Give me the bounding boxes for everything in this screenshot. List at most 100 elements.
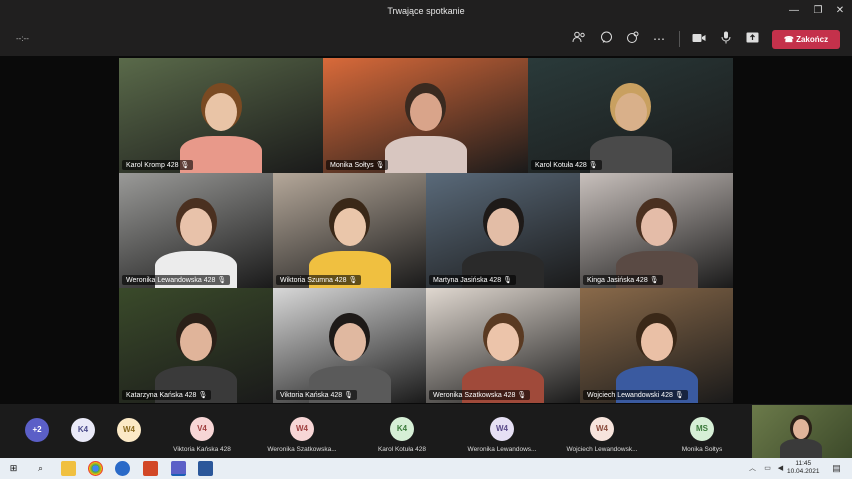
- participant-video-tile[interactable]: Monika Sołtys 🎙: [323, 58, 528, 173]
- windows-start-icon[interactable]: ⊞: [6, 461, 21, 476]
- clock-date: 10.04.2021: [787, 468, 820, 475]
- mic-icon: 🎙: [348, 277, 358, 284]
- teams-icon[interactable]: [171, 461, 186, 476]
- maximize-icon[interactable]: ❐: [810, 3, 826, 19]
- chat-icon[interactable]: [597, 31, 615, 47]
- chrome-icon[interactable]: [88, 461, 103, 476]
- participant-roster: +2 K4 W4 V4 Viktoria Kańska 428 W4 Weronika…: [0, 404, 852, 458]
- mic-icon: 🎙: [198, 392, 208, 399]
- avatar: W4: [590, 417, 614, 441]
- avatar: MS: [690, 417, 714, 441]
- participant-video-tile[interactable]: Wiktoria Szumna 428 🎙: [273, 173, 426, 288]
- minimize-icon[interactable]: —: [786, 3, 802, 19]
- mic-icon: 🎙: [375, 162, 385, 169]
- video-gallery: Karol Kromp 428 🎙 Monika Sołtys 🎙 Karol Kotu…: [0, 56, 852, 404]
- participant-video-tile[interactable]: Katarzyna Kańska 428 🎙: [119, 288, 273, 403]
- participant-name-label: Wojciech Lewandowski 428 🎙: [583, 390, 688, 400]
- mic-icon: 🎙: [344, 392, 354, 399]
- participant-name: Karol Kromp 428: [126, 162, 179, 169]
- more-options-icon[interactable]: ⋯: [650, 31, 668, 47]
- participant-name-label: Martyna Jasińska 428 🎙: [429, 275, 516, 285]
- participant-name-label: Viktoria Kańska 428 🎙: [276, 390, 358, 400]
- microphone-icon[interactable]: [717, 31, 735, 47]
- participant-name: Katarzyna Kańska 428: [126, 392, 197, 399]
- participant-video-tile[interactable]: Kinga Jasińska 428 🎙: [580, 173, 733, 288]
- toolbar-divider: [679, 31, 680, 47]
- participant-name: Kinga Jasińska 428: [587, 277, 648, 284]
- participant-name-label: Weronika Lewandowska 428 🎙: [122, 275, 231, 285]
- search-icon[interactable]: ⌕: [33, 461, 48, 476]
- mic-icon: 🎙: [517, 392, 527, 399]
- participant-name: Monika Sołtys: [330, 162, 374, 169]
- participant-video-tile[interactable]: Weronika Lewandowska 428 🎙: [119, 173, 273, 288]
- avatar[interactable]: K4: [71, 418, 95, 442]
- participant-name: Monika Sołtys: [681, 446, 723, 453]
- participant-name: Weronika Lewandowska 428: [126, 277, 216, 284]
- mic-icon: 🎙: [180, 162, 190, 169]
- participant-name: Wiktoria Szumna 428: [280, 277, 347, 284]
- meeting-timer: --:--: [16, 34, 29, 43]
- reactions-icon[interactable]: [623, 31, 641, 47]
- roster-participant[interactable]: W4 Wojciech Lewandowsk...: [552, 404, 652, 458]
- participant-video-tile[interactable]: Martyna Jasińska 428 🎙: [426, 173, 580, 288]
- participant-name: Karol Kotuła 428: [535, 162, 587, 169]
- camera-icon[interactable]: [690, 31, 708, 47]
- tray-expand-icon[interactable]: ︿: [745, 461, 760, 476]
- participant-name-label: Wiktoria Szumna 428 🎙: [276, 275, 362, 285]
- participant-name: Martyna Jasińska 428: [433, 277, 502, 284]
- roster-participant[interactable]: MS Monika Sołtys: [652, 404, 752, 458]
- participant-name-label: Karol Kromp 428 🎙: [122, 160, 194, 170]
- app-icon[interactable]: [115, 461, 130, 476]
- roster-participant[interactable]: V4 Viktoria Kańska 428: [152, 404, 252, 458]
- mic-icon: 🎙: [503, 277, 512, 284]
- mic-icon: 🎙: [588, 162, 598, 169]
- close-window-icon[interactable]: ✕: [832, 3, 848, 19]
- participant-name: Viktoria Kańska 428: [280, 392, 343, 399]
- participant-name-label: Weronika Szatkowska 428 🎙: [429, 390, 531, 400]
- volume-icon[interactable]: ◀: [773, 461, 788, 476]
- mic-icon: 🎙: [674, 392, 684, 399]
- share-screen-icon[interactable]: [743, 31, 761, 47]
- mic-icon: 🎙: [217, 277, 227, 284]
- notifications-icon[interactable]: ▤: [829, 461, 844, 476]
- mic-icon: 🎙: [649, 277, 659, 284]
- meeting-toolbar: --:-- ⋯ ☎ Zakończ: [0, 22, 852, 56]
- participant-video-tile[interactable]: Karol Kromp 428 🎙: [119, 58, 323, 173]
- phone-hangup-icon: ☎: [783, 35, 794, 44]
- participant-video-tile[interactable]: Viktoria Kańska 428 🎙: [273, 288, 426, 403]
- avatar: K4: [390, 417, 414, 441]
- avatar: W4: [290, 417, 314, 441]
- participant-name-label: Kinga Jasińska 428 🎙: [583, 275, 663, 285]
- participant-name: Viktoria Kańska 428: [173, 446, 231, 453]
- participant-video-tile[interactable]: Wojciech Lewandowski 428 🎙: [580, 288, 733, 403]
- avatar[interactable]: W4: [117, 418, 141, 442]
- participant-name-label: Monika Sołtys 🎙: [326, 160, 389, 170]
- participant-video-tile[interactable]: Weronika Szatkowska 428 🎙: [426, 288, 580, 403]
- avatar: V4: [190, 417, 214, 441]
- participant-name: Karol Kotuła 428: [377, 446, 427, 453]
- participants-icon[interactable]: [570, 31, 588, 47]
- participant-video-tile[interactable]: Karol Kotuła 428 🎙: [528, 58, 733, 173]
- self-view-video: [752, 405, 852, 458]
- participant-name: Weronika Szatkowska...: [267, 446, 337, 453]
- participant-name-label: Katarzyna Kańska 428 🎙: [122, 390, 212, 400]
- roster-participant[interactable]: W4 Weronika Lewandows...: [452, 404, 552, 458]
- end-call-label: Zakończ: [796, 35, 829, 44]
- participant-name-label: Karol Kotuła 428 🎙: [531, 160, 602, 170]
- roster-participant[interactable]: W4 Weronika Szatkowska...: [252, 404, 352, 458]
- taskbar-clock[interactable]: 11:45 10.04.2021: [787, 460, 820, 476]
- avatar: W4: [490, 417, 514, 441]
- window-titlebar: Trwające spotkanie — ❐ ✕: [0, 0, 852, 22]
- overflow-participants-button[interactable]: +2: [25, 418, 49, 442]
- powerpoint-icon[interactable]: [143, 461, 158, 476]
- participant-name: Weronika Szatkowska 428: [433, 392, 516, 399]
- clock-time: 11:45: [795, 460, 812, 467]
- participant-name: Weronika Lewandows...: [467, 446, 537, 453]
- participant-name: Wojciech Lewandowsk...: [566, 446, 638, 453]
- window-title: Trwające spotkanie: [387, 6, 465, 16]
- participant-name: Wojciech Lewandowski 428: [587, 392, 673, 399]
- file-explorer-icon[interactable]: [61, 461, 76, 476]
- word-icon[interactable]: [198, 461, 213, 476]
- end-call-button[interactable]: ☎ Zakończ: [772, 30, 840, 49]
- roster-participant[interactable]: K4 Karol Kotuła 428: [352, 404, 452, 458]
